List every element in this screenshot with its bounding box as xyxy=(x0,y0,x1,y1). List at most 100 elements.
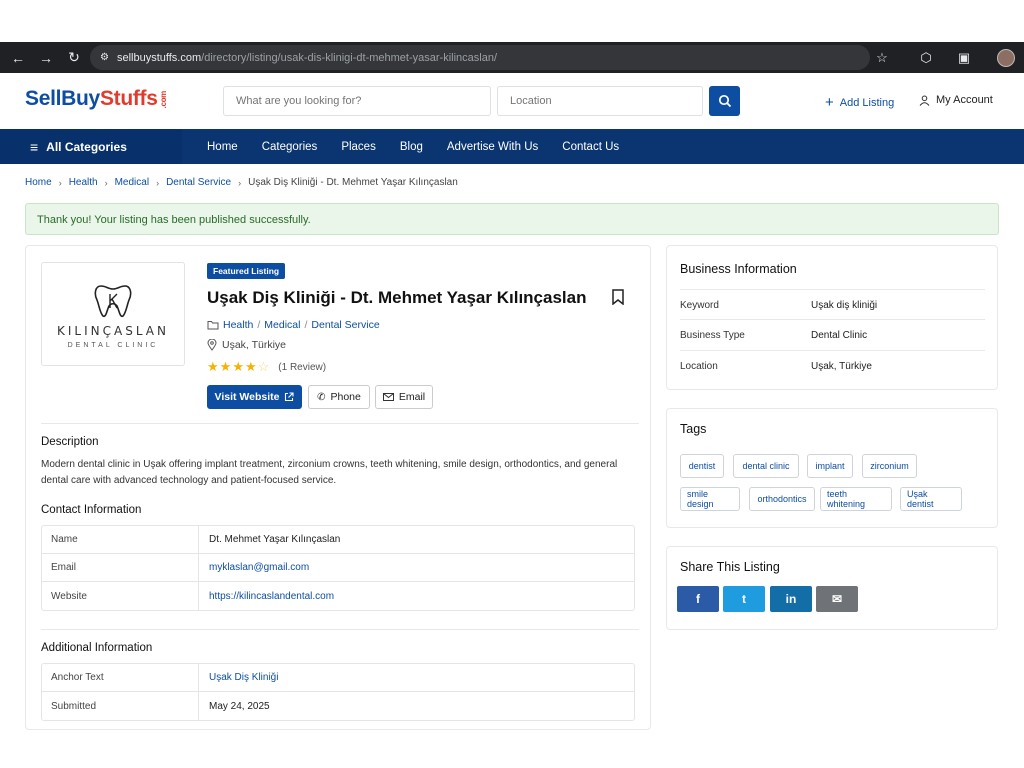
site-logo[interactable]: SellBuyStuffs.com xyxy=(25,87,168,111)
table-row: Anchor Text Uşak Diş Kliniği xyxy=(42,664,634,692)
add-listing-link[interactable]: + Add Listing xyxy=(825,94,894,111)
breadcrumb: Home › Health › Medical › Dental Service › U… xyxy=(25,177,458,188)
share-twitter-button[interactable]: t xyxy=(723,586,765,612)
contact-heading: Contact Information xyxy=(41,504,142,516)
tag-orthodontics[interactable]: orthodontics xyxy=(749,487,815,511)
share-linkedin-button[interactable]: in xyxy=(770,586,812,612)
external-link-icon xyxy=(285,392,295,402)
logo-brand-text: KILINÇASLAN xyxy=(57,323,169,338)
description-heading: Description xyxy=(41,436,99,448)
divider xyxy=(41,423,639,424)
listing-logo: KILINÇASLAN DENTAL CLINIC xyxy=(41,262,185,366)
row-key: Email xyxy=(42,554,199,581)
table-row: Submitted May 24, 2025 xyxy=(42,692,634,720)
additional-table: Anchor Text Uşak Diş Kliniği Submitted May… xyxy=(41,663,635,721)
tags-card: Tags dentist dental clinic implant zirco… xyxy=(666,408,998,528)
search-button[interactable] xyxy=(709,86,740,116)
tag-zirconium[interactable]: zirconium xyxy=(862,454,917,478)
row-key: Anchor Text xyxy=(42,664,199,691)
tags-title: Tags xyxy=(680,422,707,436)
featured-badge: Featured Listing xyxy=(207,263,286,279)
address-bar[interactable]: ⚙ sellbuystuffs.com/directory/listing/us… xyxy=(90,45,870,70)
reload-icon[interactable]: ↻ xyxy=(60,49,88,66)
user-icon xyxy=(919,95,930,106)
share-facebook-button[interactable]: f xyxy=(677,586,719,612)
plus-icon: + xyxy=(825,94,834,111)
tag-dentist[interactable]: dentist xyxy=(680,454,724,478)
star-filled-icon: ★ xyxy=(244,359,257,374)
breadcrumb-home[interactable]: Home xyxy=(25,177,52,188)
extensions-icon[interactable]: ⬡ xyxy=(915,47,937,69)
profile-avatar[interactable] xyxy=(995,47,1017,69)
row-key: Keyword xyxy=(680,299,719,311)
tag-usak-dentist[interactable]: Uşak dentist xyxy=(900,487,962,511)
phone-icon: ✆ xyxy=(317,391,326,403)
contact-website-link[interactable]: https://kilincaslandental.com xyxy=(199,591,334,602)
nav-blog[interactable]: Blog xyxy=(388,141,435,153)
star-filled-icon: ★ xyxy=(232,359,244,374)
chevron-right-icon: › xyxy=(104,177,108,188)
nav-categories[interactable]: Categories xyxy=(250,141,330,153)
category-medical[interactable]: Medical xyxy=(264,319,300,331)
logo-part-b: Stuffs xyxy=(99,87,158,110)
folder-icon xyxy=(207,321,219,330)
site-info-icon[interactable]: ⚙ xyxy=(100,52,109,63)
row-key: Name xyxy=(42,526,199,553)
row-value: Uşak diş kliniği xyxy=(811,299,878,311)
listing-categories: Health / Medical / Dental Service xyxy=(207,319,380,331)
description-text: Modern dental clinic in Uşak offering im… xyxy=(41,459,618,486)
tag-teeth-whitening[interactable]: teeth whitening xyxy=(820,487,892,511)
row-key: Website xyxy=(42,582,199,610)
table-row: Website https://kilincaslandental.com xyxy=(42,582,634,610)
breadcrumb-current: Uşak Diş Kliniği - Dt. Mehmet Yaşar Kılı… xyxy=(248,177,458,188)
share-title: Share This Listing xyxy=(680,560,780,574)
breadcrumb-dental-service[interactable]: Dental Service xyxy=(166,177,231,188)
email-button[interactable]: Email xyxy=(375,385,433,409)
phone-button[interactable]: ✆ Phone xyxy=(308,385,370,409)
business-info-card: Business Information Keyword Uşak diş kli… xyxy=(666,245,998,390)
nav-contact[interactable]: Contact Us xyxy=(550,141,631,153)
url-path: /directory/listing/usak-dis-klinigi-dt-m… xyxy=(201,51,498,64)
star-filled-icon: ★ xyxy=(219,359,232,374)
mail-icon xyxy=(382,393,394,401)
category-dental-service[interactable]: Dental Service xyxy=(311,319,379,331)
bookmark-star-icon[interactable]: ☆ xyxy=(871,47,893,69)
listing-location: Uşak, Türkiye xyxy=(207,339,286,351)
nav-places[interactable]: Places xyxy=(329,141,388,153)
contact-email-link[interactable]: myklaslan@gmail.com xyxy=(199,562,309,573)
search-input[interactable] xyxy=(223,86,491,116)
bookmark-icon[interactable] xyxy=(611,289,625,305)
facebook-icon: f xyxy=(696,592,700,606)
category-health[interactable]: Health xyxy=(223,319,253,331)
chevron-right-icon: › xyxy=(156,177,160,188)
back-icon[interactable]: ← xyxy=(4,50,32,66)
all-categories-button[interactable]: ≡ All Categories xyxy=(0,129,182,164)
review-count[interactable]: (1 Review) xyxy=(278,362,326,373)
my-account-link[interactable]: My Account xyxy=(919,94,993,106)
location-input[interactable] xyxy=(497,86,703,116)
add-listing-label: Add Listing xyxy=(839,96,895,109)
visit-website-button[interactable]: Visit Website xyxy=(207,385,302,409)
top-blank xyxy=(0,0,1024,42)
tooth-icon xyxy=(94,284,132,317)
tab-search-icon[interactable]: ▣ xyxy=(953,47,975,69)
email-label: Email xyxy=(398,391,426,403)
table-row: Location Uşak, Türkiye xyxy=(680,350,985,381)
phone-label: Phone xyxy=(330,391,361,403)
star-filled-icon: ★ xyxy=(207,359,219,374)
location-text: Uşak, Türkiye xyxy=(222,339,286,351)
forward-icon[interactable]: → xyxy=(32,50,60,66)
success-alert: Thank you! Your listing has been publish… xyxy=(25,203,999,235)
anchor-text-link[interactable]: Uşak Diş Kliniği xyxy=(199,672,278,683)
nav-advertise[interactable]: Advertise With Us xyxy=(435,141,550,153)
breadcrumb-health[interactable]: Health xyxy=(69,177,98,188)
logo-sub-text: DENTAL CLINIC xyxy=(67,341,159,349)
browser-toolbar: ← → ↻ ⚙ sellbuystuffs.com/directory/list… xyxy=(0,42,1024,73)
tag-smile-design[interactable]: smile design xyxy=(680,487,740,511)
tag-implant[interactable]: implant xyxy=(807,454,853,478)
tag-dental-clinic[interactable]: dental clinic xyxy=(733,454,799,478)
row-value: Uşak, Türkiye xyxy=(811,360,872,372)
breadcrumb-medical[interactable]: Medical xyxy=(115,177,149,188)
share-email-button[interactable]: ✉ xyxy=(816,586,858,612)
nav-home[interactable]: Home xyxy=(195,141,250,153)
